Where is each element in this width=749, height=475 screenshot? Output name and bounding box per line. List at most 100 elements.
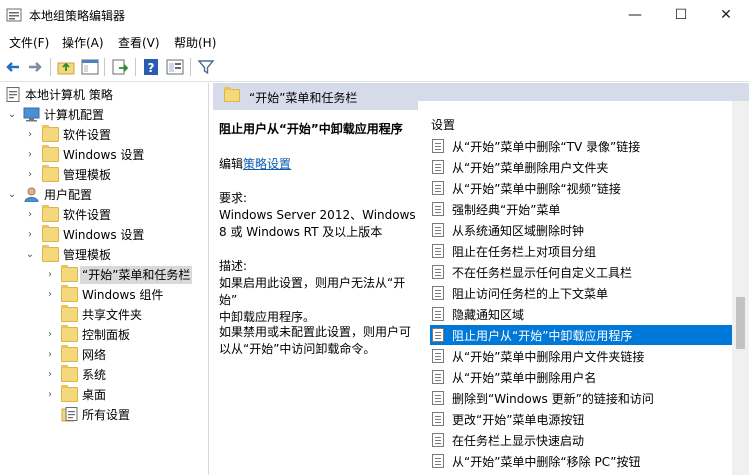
chevron-right-icon[interactable]: › <box>24 169 36 181</box>
list-item[interactable]: 从“开始”菜单中删除“移除 PC”按钮 <box>430 451 734 471</box>
chevron-right-icon[interactable]: › <box>44 389 56 401</box>
tree-item-start-menu-taskbar[interactable]: › “开始”菜单和任务栏 <box>0 265 209 285</box>
menu-view[interactable]: 查看(V) <box>118 34 160 51</box>
list-item[interactable]: 更改“开始”菜单电源按钮 <box>430 409 734 429</box>
settings-list: 设置 从“开始”菜单中删除“TV 录像”链接 从“开始”菜单删除用户文件夹 从“… <box>418 101 749 475</box>
filter-icon[interactable] <box>196 57 216 77</box>
tree-item-user-windows-settings[interactable]: › Windows 设置 <box>0 225 209 245</box>
setting-icon <box>432 181 444 195</box>
description-line: 如果禁用或未配置此设置，则用户可 <box>219 325 412 339</box>
policy-description-panel: 阻止用户从“开始”中卸载应用程序 编辑策略设置 要求: Windows Serv… <box>213 110 416 475</box>
list-item[interactable]: 不在任务栏显示任何自定义工具栏 <box>430 262 734 282</box>
description-line: 如果启用此设置，则用户无法从“开始” <box>219 276 406 307</box>
chevron-right-icon[interactable]: › <box>24 229 36 241</box>
category-title: “开始”菜单和任务栏 <box>249 91 358 105</box>
list-item[interactable]: 从“开始”菜单删除用户文件夹 <box>430 157 734 177</box>
requirements-line: 8 或 Windows RT 及以上版本 <box>219 225 383 239</box>
folder-icon <box>61 325 78 342</box>
chevron-right-icon[interactable]: › <box>44 369 56 381</box>
tree-item-user-software-settings[interactable]: › 软件设置 <box>0 205 209 225</box>
chevron-right-icon[interactable]: › <box>24 209 36 221</box>
folder-icon <box>61 285 78 302</box>
setting-icon <box>432 265 444 279</box>
toolbar-separator <box>135 58 136 76</box>
list-item[interactable]: 从“开始”菜单中删除“TV 录像”链接 <box>430 136 734 156</box>
chevron-down-icon[interactable]: ⌄ <box>24 249 36 261</box>
tree-item-windows-components[interactable]: › Windows 组件 <box>0 285 209 305</box>
folder-icon <box>224 87 240 102</box>
list-item[interactable]: 阻止在任务栏上对项目分组 <box>430 241 734 261</box>
chevron-right-icon[interactable]: › <box>44 289 56 301</box>
policy-description-title: 阻止用户从“开始”中卸载应用程序 <box>219 122 403 136</box>
setting-icon <box>432 160 444 174</box>
chevron-down-icon[interactable]: ⌄ <box>6 189 18 201</box>
tree-item-shared-folders[interactable]: 共享文件夹 <box>0 305 209 325</box>
list-item[interactable]: 强制经典“开始”菜单 <box>430 199 734 219</box>
export-list-icon[interactable] <box>110 57 130 77</box>
window-title: 本地组策略编辑器 <box>29 9 126 23</box>
chevron-right-icon[interactable]: › <box>24 149 36 161</box>
list-item-selected[interactable]: 阻止用户从“开始”中卸载应用程序 <box>430 325 734 345</box>
policy-tree: 本地计算机 策略 ⌄ 计算机配置 › 软件设置 › Windows 设置 › 管… <box>0 83 209 475</box>
properties-icon[interactable] <box>165 57 185 77</box>
folder-icon <box>42 205 59 222</box>
description-block-2: 如果禁用或未配置此设置，则用户可 以从“开始”中访问卸载命令。 <box>219 324 419 358</box>
requirements-line: Windows Server 2012、Windows <box>219 208 416 222</box>
settings-list-scrollbar[interactable] <box>732 101 749 475</box>
toolbar-separator <box>50 58 51 76</box>
help-icon[interactable]: ? <box>141 57 161 77</box>
list-item[interactable]: 隐藏通知区域 <box>430 304 734 324</box>
forward-arrow-icon[interactable] <box>25 57 45 77</box>
menu-action[interactable]: 操作(A) <box>62 34 104 51</box>
close-button[interactable]: ✕ <box>703 0 749 30</box>
edit-policy-row: 编辑策略设置 <box>219 155 291 172</box>
up-folder-icon[interactable] <box>56 57 76 77</box>
setting-icon <box>432 202 444 216</box>
list-item[interactable]: 阻止访问任务栏的上下文菜单 <box>430 283 734 303</box>
setting-icon <box>432 349 444 363</box>
back-arrow-icon[interactable] <box>3 57 23 77</box>
tree-item-computer-windows-settings[interactable]: › Windows 设置 <box>0 145 209 165</box>
menu-file[interactable]: 文件(F) <box>9 34 49 51</box>
tree-item-system[interactable]: › 系统 <box>0 365 209 385</box>
list-item[interactable]: 在任务栏上显示快速启动 <box>430 430 734 450</box>
list-item[interactable]: 从“开始”菜单中删除“视频”链接 <box>430 178 734 198</box>
edit-policy-link[interactable]: 策略设置 <box>243 157 291 171</box>
chevron-right-icon[interactable]: › <box>44 349 56 361</box>
tree-item-control-panel[interactable]: › 控制面板 <box>0 325 209 345</box>
folder-icon <box>42 225 59 242</box>
requirements-label: 要求: <box>219 191 248 205</box>
list-item[interactable]: 从“开始”菜单中删除用户文件夹链接 <box>430 346 734 366</box>
tree-item-user-admin-templates[interactable]: ⌄ 管理模板 <box>0 245 209 265</box>
list-item[interactable]: 从系统通知区域删除时钟 <box>430 220 734 240</box>
tree-item-computer-config[interactable]: ⌄ 计算机配置 <box>0 105 209 125</box>
chevron-down-icon[interactable]: ⌄ <box>6 109 18 121</box>
list-item[interactable]: 从“开始”菜单中删除用户名 <box>430 367 734 387</box>
title-bar: 本地组策略编辑器 — ☐ ✕ <box>0 0 749 30</box>
chevron-right-icon[interactable]: › <box>44 269 56 281</box>
tree-item-all-settings[interactable]: 所有设置 <box>0 405 209 425</box>
tree-item-computer-admin-templates[interactable]: › 管理模板 <box>0 165 209 185</box>
setting-icon <box>432 391 444 405</box>
setting-icon <box>432 412 444 426</box>
tree-item-local-computer-policy[interactable]: 本地计算机 策略 <box>0 85 209 105</box>
description-block: 描述: 如果启用此设置，则用户无法从“开始” 中卸载应用程序。 <box>219 258 419 326</box>
list-item[interactable]: 删除到“Windows 更新”的链接和访问 <box>430 388 734 408</box>
chevron-right-icon[interactable]: › <box>24 129 36 141</box>
toolbar-separator <box>190 58 191 76</box>
show-hide-tree-icon[interactable] <box>80 57 100 77</box>
tree-item-desktop[interactable]: › 桌面 <box>0 385 209 405</box>
tree-item-user-config[interactable]: ⌄ 用户配置 <box>0 185 209 205</box>
folder-icon <box>61 345 78 362</box>
chevron-right-icon[interactable]: › <box>44 329 56 341</box>
setting-icon <box>432 223 444 237</box>
tree-item-network[interactable]: › 网络 <box>0 345 209 365</box>
tree-item-computer-software-settings[interactable]: › 软件设置 <box>0 125 209 145</box>
all-settings-icon <box>61 407 78 422</box>
maximize-button[interactable]: ☐ <box>658 0 704 30</box>
minimize-button[interactable]: — <box>612 0 658 30</box>
settings-column-header[interactable]: 设置 <box>431 116 455 133</box>
details-pane: “开始”菜单和任务栏 阻止用户从“开始”中卸载应用程序 编辑策略设置 要求: W… <box>213 83 749 475</box>
scrollbar-thumb[interactable] <box>736 297 745 349</box>
menu-help[interactable]: 帮助(H) <box>174 34 216 51</box>
